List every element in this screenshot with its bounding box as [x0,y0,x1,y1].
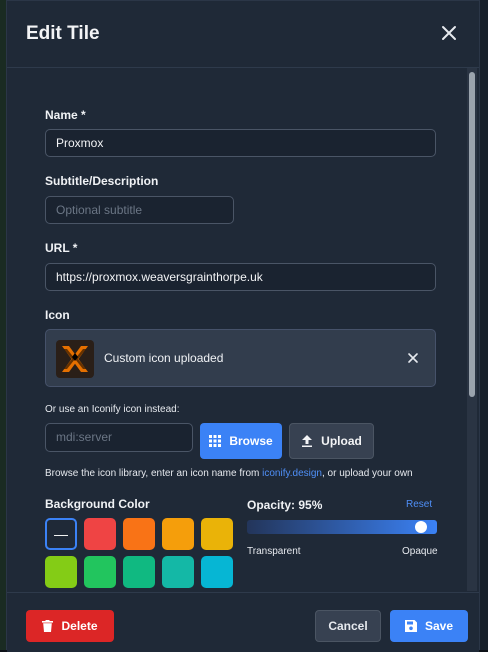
background-page-right [480,0,488,650]
grid-icon [209,435,222,447]
opacity-slider[interactable] [247,520,437,534]
color-swatch[interactable] [201,518,233,550]
trash-icon [42,620,54,632]
remove-icon-button[interactable] [405,350,421,366]
cancel-button[interactable]: Cancel [315,610,381,642]
opacity-label: Opacity: 95% [247,498,323,512]
browse-label: Browse [229,434,273,448]
name-input[interactable]: Proxmox [45,129,436,157]
upload-button[interactable]: Upload [289,423,374,459]
close-icon[interactable] [439,23,459,43]
opacity-slider-thumb[interactable] [415,521,428,533]
custom-icon-panel: Custom icon uploaded [45,329,436,387]
opacity-reset-link[interactable]: Reset [406,499,432,510]
no-color-symbol: — [54,526,68,542]
url-input[interactable]: https://proxmox.weaversgrainthorpe.uk [45,263,436,291]
browse-button[interactable]: Browse [200,423,282,459]
scrollbar-thumb[interactable] [469,72,475,397]
icon-label: Icon [45,308,70,322]
edit-tile-modal: Edit Tile Name * Proxmox Subtitle/Descri… [6,0,480,652]
color-swatch[interactable]: — [45,518,77,550]
delete-button[interactable]: Delete [26,610,114,642]
modal-footer: Delete Cancel Save [7,592,479,652]
save-button[interactable]: Save [390,610,468,642]
url-label: URL * [45,241,78,255]
delete-label: Delete [61,619,98,633]
subtitle-label: Subtitle/Description [45,174,159,188]
color-swatch[interactable] [84,518,116,550]
save-icon [404,620,417,632]
opacity-max-label: Opaque [402,546,438,557]
upload-icon [302,435,313,447]
color-swatch[interactable] [123,556,155,588]
name-label: Name * [45,108,86,122]
color-swatch[interactable] [45,556,77,588]
opacity-min-label: Transparent [247,546,301,557]
upload-label: Upload [321,434,362,448]
proxmox-logo-icon [56,340,94,378]
iconify-link[interactable]: iconify.design [262,468,322,479]
iconify-help-prefix: Browse the icon library, enter an icon n… [45,468,263,479]
subtitle-input[interactable]: Optional subtitle [45,196,234,224]
iconify-input[interactable]: mdi:server [45,423,193,452]
icon-status-text: Custom icon uploaded [104,351,224,365]
color-swatch[interactable] [201,556,233,588]
iconify-help-text: Browse the icon library, enter an icon n… [45,468,413,479]
iconify-label: Or use an Iconify icon instead: [45,404,180,415]
modal-header: Edit Tile [7,1,479,68]
color-swatch[interactable] [123,518,155,550]
iconify-help-suffix: , or upload your own [322,468,413,479]
color-swatch[interactable] [84,556,116,588]
save-label: Save [424,619,454,633]
background-color-label: Background Color [45,497,150,511]
color-swatch[interactable] [162,518,194,550]
color-swatch[interactable] [162,556,194,588]
modal-scrollbar[interactable] [467,68,477,591]
modal-body: Name * Proxmox Subtitle/Description Opti… [7,68,479,591]
modal-title: Edit Tile [26,23,100,44]
